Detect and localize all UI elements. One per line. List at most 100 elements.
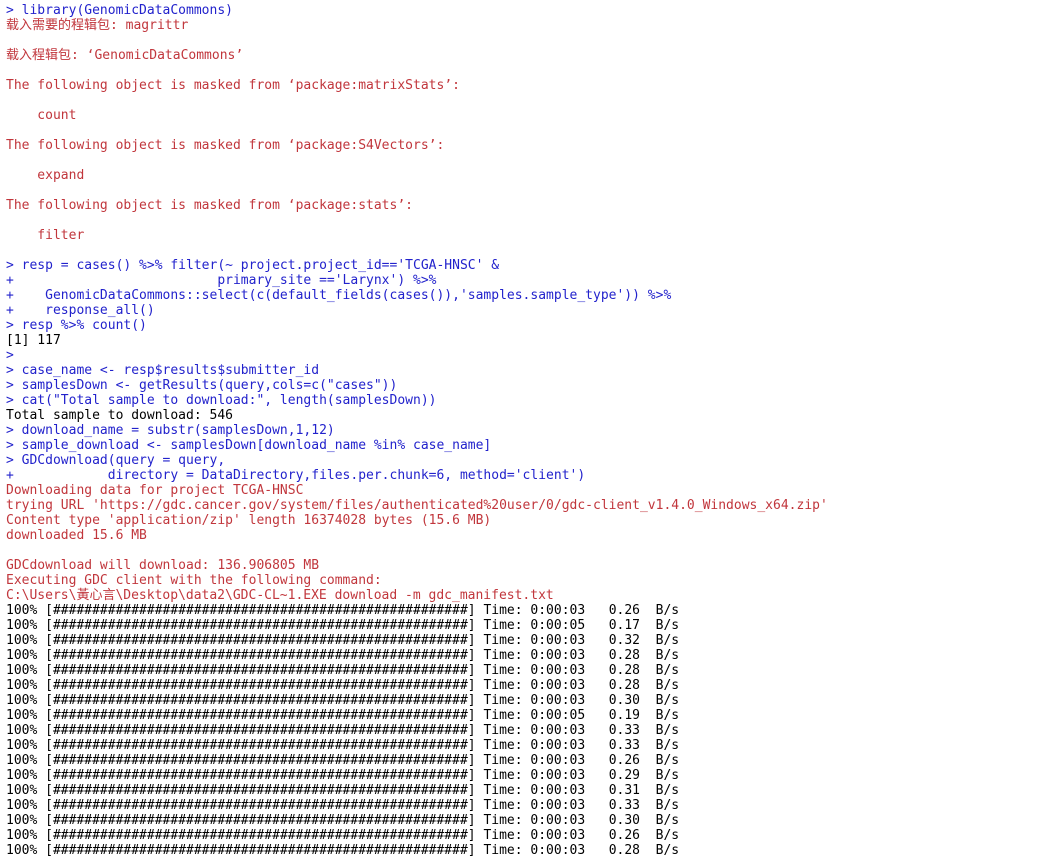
progress-rate-unit: B/s: [655, 648, 680, 663]
progress-rate-value: 0.31: [608, 783, 640, 798]
download-progress-row: 100% [##################################…: [6, 708, 1043, 723]
console-line-input: > samplesDown <- getResults(query,cols=c…: [6, 378, 398, 393]
download-progress-row: 100% [##################################…: [6, 813, 1043, 828]
console-line-input: + primary_site =='Larynx') %>%: [6, 273, 437, 288]
download-progress-row: 100% [##################################…: [6, 768, 1043, 783]
progress-percent: 100%: [6, 738, 38, 753]
progress-elapsed-time: 0:00:03: [530, 633, 586, 648]
progress-bar-glyphs: [#######################################…: [37, 813, 484, 828]
progress-elapsed-time: 0:00:03: [530, 813, 586, 828]
progress-bar-glyphs: [#######################################…: [37, 798, 484, 813]
download-progress-row: 100% [##################################…: [6, 693, 1043, 708]
progress-bar-glyphs: [#######################################…: [37, 723, 484, 738]
progress-bar-glyphs: [#######################################…: [37, 843, 484, 858]
progress-time-label: Time:: [483, 603, 523, 618]
progress-rate-value: 0.28: [608, 663, 640, 678]
console-line-message: GDCdownload will download: 136.906805 MB: [6, 558, 320, 573]
progress-elapsed-time: 0:00:03: [530, 843, 586, 858]
progress-time-label: Time:: [483, 678, 523, 693]
download-progress-row: 100% [##################################…: [6, 783, 1043, 798]
progress-rate-unit: B/s: [655, 738, 680, 753]
console-line-input: > case_name <- resp$results$submitter_id: [6, 363, 320, 378]
progress-elapsed-time: 0:00:03: [530, 753, 586, 768]
progress-percent: 100%: [6, 843, 38, 858]
download-progress-row: 100% [##################################…: [6, 603, 1043, 618]
download-progress-row: 100% [##################################…: [6, 828, 1043, 843]
progress-percent: 100%: [6, 708, 38, 723]
download-progress-row: 100% [##################################…: [6, 633, 1043, 648]
progress-rate-value: 0.33: [608, 738, 640, 753]
progress-elapsed-time: 0:00:03: [530, 678, 586, 693]
progress-bar-glyphs: [#######################################…: [37, 663, 484, 678]
progress-elapsed-time: 0:00:03: [530, 783, 586, 798]
console-line-input: + directory = DataDirectory,files.per.ch…: [6, 468, 586, 483]
progress-percent: 100%: [6, 648, 38, 663]
console-line-message: 载入需要的程辑包: magrittr: [6, 18, 189, 33]
progress-percent: 100%: [6, 603, 38, 618]
download-progress-row: 100% [##################################…: [6, 843, 1043, 858]
progress-time-label: Time:: [483, 768, 523, 783]
console-line-input: > GDCdownload(query = query,: [6, 453, 226, 468]
console-line-message: The following object is masked from ‘pac…: [6, 78, 460, 93]
download-progress-row: 100% [##################################…: [6, 678, 1043, 693]
progress-percent: 100%: [6, 798, 38, 813]
progress-rate-value: 0.30: [608, 693, 640, 708]
progress-rate-value: 0.29: [608, 768, 640, 783]
progress-rate-value: 0.33: [608, 723, 640, 738]
progress-rate-unit: B/s: [655, 663, 680, 678]
download-progress-row: 100% [##################################…: [6, 723, 1043, 738]
progress-bar-glyphs: [#######################################…: [37, 768, 484, 783]
console-line-message: Executing GDC client with the following …: [6, 573, 382, 588]
console-line-input: >: [6, 348, 14, 363]
progress-rate-unit: B/s: [655, 828, 680, 843]
progress-bar-glyphs: [#######################################…: [37, 828, 484, 843]
progress-bar-glyphs: [#######################################…: [37, 648, 484, 663]
progress-rate-value: 0.19: [608, 708, 640, 723]
download-progress-row: 100% [##################################…: [6, 663, 1043, 678]
progress-rate-unit: B/s: [655, 618, 680, 633]
progress-bar-glyphs: [#######################################…: [37, 693, 484, 708]
console-line-message: downloaded 15.6 MB: [6, 528, 147, 543]
progress-elapsed-time: 0:00:05: [530, 618, 586, 633]
progress-time-label: Time:: [483, 798, 523, 813]
progress-bar-glyphs: [#######################################…: [37, 753, 484, 768]
progress-time-label: Time:: [483, 663, 523, 678]
progress-rate-unit: B/s: [655, 783, 680, 798]
console-line-input: > library(GenomicDataCommons): [6, 3, 233, 18]
console-line-input: + GenomicDataCommons::select(c(default_f…: [6, 288, 672, 303]
progress-time-label: Time:: [483, 723, 523, 738]
progress-rate-value: 0.28: [608, 843, 640, 858]
progress-rate-unit: B/s: [655, 603, 680, 618]
progress-time-label: Time:: [483, 693, 523, 708]
progress-rate-unit: B/s: [655, 633, 680, 648]
progress-percent: 100%: [6, 768, 38, 783]
download-progress-row: 100% [##################################…: [6, 738, 1043, 753]
progress-elapsed-time: 0:00:03: [530, 603, 586, 618]
progress-elapsed-time: 0:00:03: [530, 798, 586, 813]
progress-rate-value: 0.28: [608, 678, 640, 693]
progress-percent: 100%: [6, 813, 38, 828]
progress-percent: 100%: [6, 663, 38, 678]
console-line-message: Downloading data for project TCGA-HNSC: [6, 483, 304, 498]
r-console-output[interactable]: > library(GenomicDataCommons) 载入需要的程辑包: m…: [0, 0, 1043, 858]
